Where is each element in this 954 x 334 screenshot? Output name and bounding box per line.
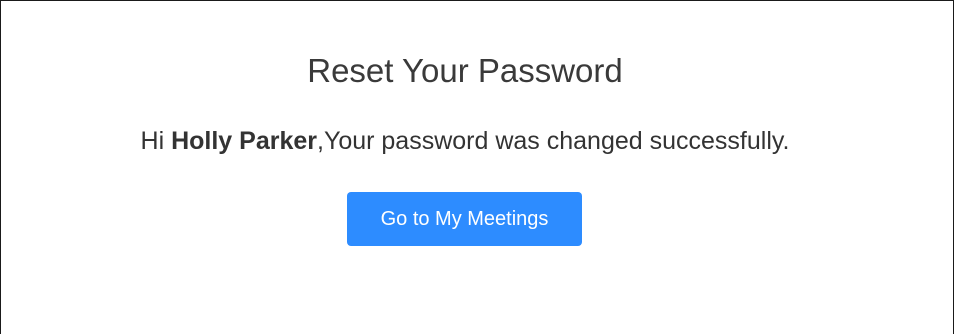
go-to-my-meetings-button[interactable]: Go to My Meetings <box>347 192 582 246</box>
reset-password-panel: Reset Your Password Hi Holly Parker,Your… <box>0 0 954 334</box>
greeting-text: Hi <box>140 127 172 155</box>
user-name: Holly Parker <box>171 127 317 155</box>
success-message: Hi Holly Parker,Your password was change… <box>1 119 929 163</box>
success-text: ,Your password was changed successfully. <box>317 127 790 155</box>
page-title: Reset Your Password <box>307 52 623 89</box>
